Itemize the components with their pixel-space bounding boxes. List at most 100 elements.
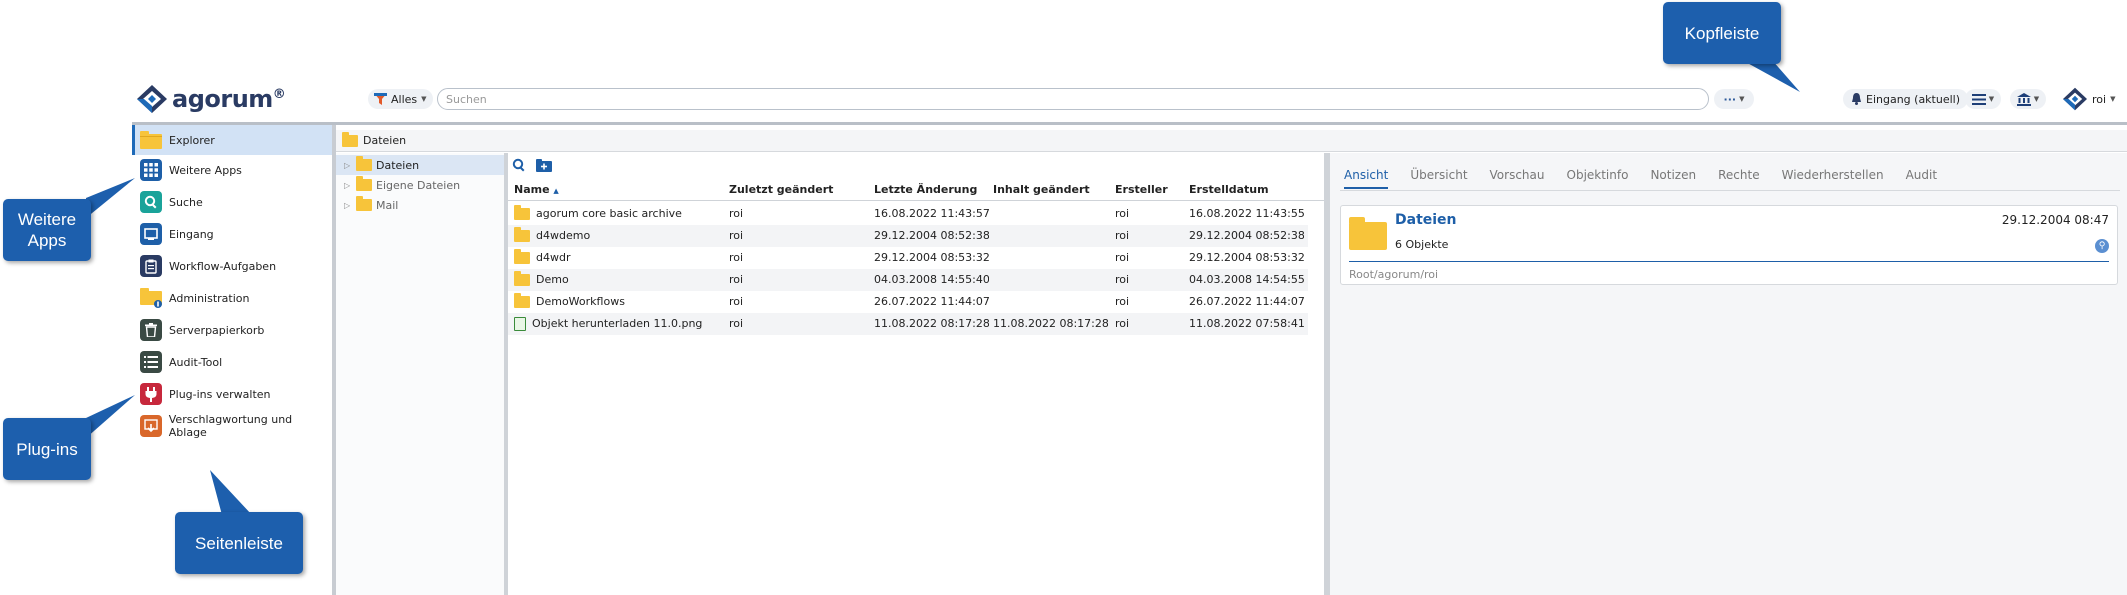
sidebar-item-explorer[interactable]: Explorer: [132, 125, 332, 155]
inbox-icon: [140, 223, 162, 245]
tree-item-dateien[interactable]: ▷ Dateien: [336, 155, 504, 175]
column-header-created[interactable]: Erstelldatum: [1189, 179, 1309, 201]
image-file-icon: [514, 317, 526, 331]
table-row[interactable]: Objekt herunterladen 11.0.png roi 11.08.…: [508, 313, 1308, 335]
row-creator: roi: [1115, 317, 1130, 330]
sidebar-item-serverpapierkorb[interactable]: Serverpapierkorb: [132, 315, 332, 345]
sidebar-item-plug-ins-verwalten[interactable]: Plug-ins verwalten: [132, 379, 332, 409]
tab-audit[interactable]: Audit: [1906, 165, 1937, 189]
folder-icon: [356, 196, 372, 211]
sidebar-item-label: Suche: [169, 195, 203, 209]
sidebar-item-label: Serverpapierkorb: [169, 323, 265, 337]
tab-vorschau[interactable]: Vorschau: [1490, 165, 1545, 189]
more-icon: ···: [1723, 92, 1737, 106]
expand-triangle-icon[interactable]: ▷: [344, 181, 352, 190]
sidebar-item-audit-tool[interactable]: Audit-Tool: [132, 347, 332, 377]
tree-item-mail[interactable]: ▷ Mail: [336, 195, 504, 215]
row-modified: 26.07.2022 11:44:07: [874, 295, 989, 308]
path-segment[interactable]: agorum: [1378, 268, 1421, 281]
institution-menu-button[interactable]: ▼: [2010, 89, 2046, 109]
path-segment[interactable]: roi: [1424, 268, 1438, 281]
expand-triangle-icon[interactable]: ▷: [344, 201, 352, 210]
folder-icon: [140, 129, 162, 151]
tree-item-label: Mail: [376, 198, 399, 212]
tree-item-eigene-dateien[interactable]: ▷ Eigene Dateien: [336, 175, 504, 195]
inbox-button[interactable]: Eingang (aktuell): [1843, 89, 1969, 109]
breadcrumb-item[interactable]: Dateien: [363, 134, 406, 147]
row-created: 11.08.2022 07:58:41: [1189, 317, 1304, 330]
object-title[interactable]: Dateien: [1395, 212, 1457, 228]
tab-wiederherstellen[interactable]: Wiederherstellen: [1782, 165, 1884, 189]
expand-triangle-icon[interactable]: ▷: [344, 161, 352, 170]
tab-objektinfo[interactable]: Objektinfo: [1567, 165, 1629, 189]
column-header-modified[interactable]: Letzte Änderung: [874, 179, 984, 201]
chevron-down-icon: ▼: [1988, 95, 1995, 103]
tab-notizen[interactable]: Notizen: [1650, 165, 1696, 189]
sidebar-item-weitere-apps[interactable]: Weitere Apps: [132, 155, 332, 185]
search-icon[interactable]: [512, 158, 526, 172]
list-header: Name ▲ Zuletzt geändert durch Letzte Änd…: [508, 179, 1324, 201]
tab-uebersicht[interactable]: Übersicht: [1410, 165, 1467, 189]
search-filter-dropdown[interactable]: Alles ▼: [368, 89, 433, 109]
row-modified: 29.12.2004 08:53:32: [874, 251, 989, 264]
tree-item-label: Eigene Dateien: [376, 178, 461, 192]
row-modified-by: roi: [729, 295, 744, 308]
more-search-options-button[interactable]: ··· ▼: [1714, 89, 1754, 109]
hamburger-menu-icon: [1971, 93, 1986, 105]
main-menu-button[interactable]: ▼: [1965, 89, 2001, 109]
agorum-logo[interactable]: agorum®: [136, 84, 286, 114]
sidebar-item-verschlagwortung-und-ablage[interactable]: Verschlagwortung und Ablage: [132, 411, 332, 441]
sidebar-item-eingang[interactable]: Eingang: [132, 219, 332, 249]
column-header-content-changed[interactable]: Inhalt geändert: [993, 179, 1103, 201]
column-header-creator[interactable]: Ersteller: [1115, 179, 1185, 201]
tab-ansicht[interactable]: Ansicht: [1344, 165, 1389, 189]
user-menu-button[interactable]: roi ▼: [2062, 87, 2115, 111]
file-list: Name ▲ Zuletzt geändert durch Letzte Änd…: [508, 153, 1324, 595]
callout-pointer-kopfleiste: [1742, 60, 1800, 92]
row-creator: roi: [1115, 207, 1130, 220]
row-modified-by: roi: [729, 207, 744, 220]
row-content-changed: [993, 269, 1108, 291]
sidebar-item-label: Workflow-Aufgaben: [169, 259, 277, 273]
search-filter-label: Alles: [391, 92, 418, 106]
chevron-down-icon: ▼: [421, 95, 427, 103]
folder-icon: [1349, 217, 1387, 250]
new-folder-icon[interactable]: [536, 158, 552, 172]
tab-rechte[interactable]: Rechte: [1718, 165, 1759, 189]
sidebar-item-suche[interactable]: Suche: [132, 187, 332, 217]
column-header-modified-by[interactable]: Zuletzt geändert durch: [729, 179, 834, 201]
path-segment[interactable]: Root: [1349, 268, 1374, 281]
trash-icon: [140, 319, 162, 341]
row-created: 29.12.2004 08:53:32: [1189, 251, 1304, 264]
callout-pointer-weitere-apps: [86, 178, 135, 218]
table-row[interactable]: d4wdemo roi 29.12.2004 08:52:38 roi 29.1…: [508, 225, 1308, 247]
list-toolbar: [512, 155, 552, 175]
callout-kopfleiste: Kopfleiste: [1663, 2, 1781, 64]
table-row[interactable]: agorum core basic archive roi 16.08.2022…: [508, 203, 1308, 225]
logo-text: agorum®: [172, 85, 286, 113]
sidebar-item-administration[interactable]: Administration: [132, 283, 332, 313]
zoom-icon[interactable]: ⚲: [2095, 239, 2109, 253]
row-modified-by: roi: [729, 229, 744, 242]
row-name: d4wdr: [536, 251, 571, 264]
sidebar-item-label: Plug-ins verwalten: [169, 387, 271, 401]
row-modified: 29.12.2004 08:52:38: [874, 229, 989, 242]
chevron-down-icon: ▼: [1739, 95, 1745, 103]
folder-icon: [514, 271, 530, 286]
detail-panel: Ansicht Übersicht Vorschau Objektinfo No…: [1330, 153, 2127, 595]
callout-seitenleiste: Seitenleiste: [175, 512, 303, 574]
table-row[interactable]: d4wdr roi 29.12.2004 08:53:32 roi 29.12.…: [508, 247, 1308, 269]
row-created: 16.08.2022 11:43:55: [1189, 207, 1304, 220]
apps-grid-icon: [140, 159, 162, 181]
filter-funnel-icon: [374, 93, 387, 105]
folder-icon: [514, 293, 530, 308]
table-row[interactable]: Demo roi 04.03.2008 14:55:40 roi 04.03.2…: [508, 269, 1308, 291]
folder-icon: [356, 156, 372, 171]
table-row[interactable]: DemoWorkflows roi 26.07.2022 11:44:07 ro…: [508, 291, 1308, 313]
column-header-name[interactable]: Name ▲: [514, 179, 664, 201]
search-icon: [140, 191, 162, 213]
sidebar-item-label: Administration: [169, 291, 250, 305]
sidebar-item-workflow-aufgaben[interactable]: Workflow-Aufgaben: [132, 251, 332, 281]
search-input[interactable]: [437, 88, 1709, 110]
row-created: 26.07.2022 11:44:07: [1189, 295, 1304, 308]
